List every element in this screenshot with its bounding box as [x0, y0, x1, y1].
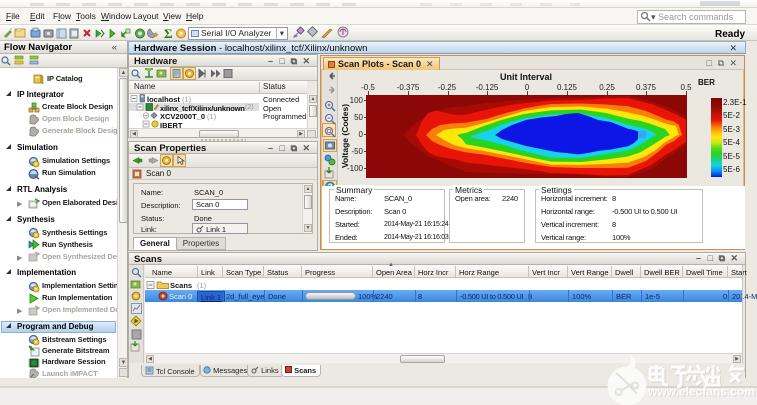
svg-text:Σ: Σ: [164, 26, 173, 41]
svg-text:www.elecfans.com: www.elecfans.com: [647, 385, 755, 399]
